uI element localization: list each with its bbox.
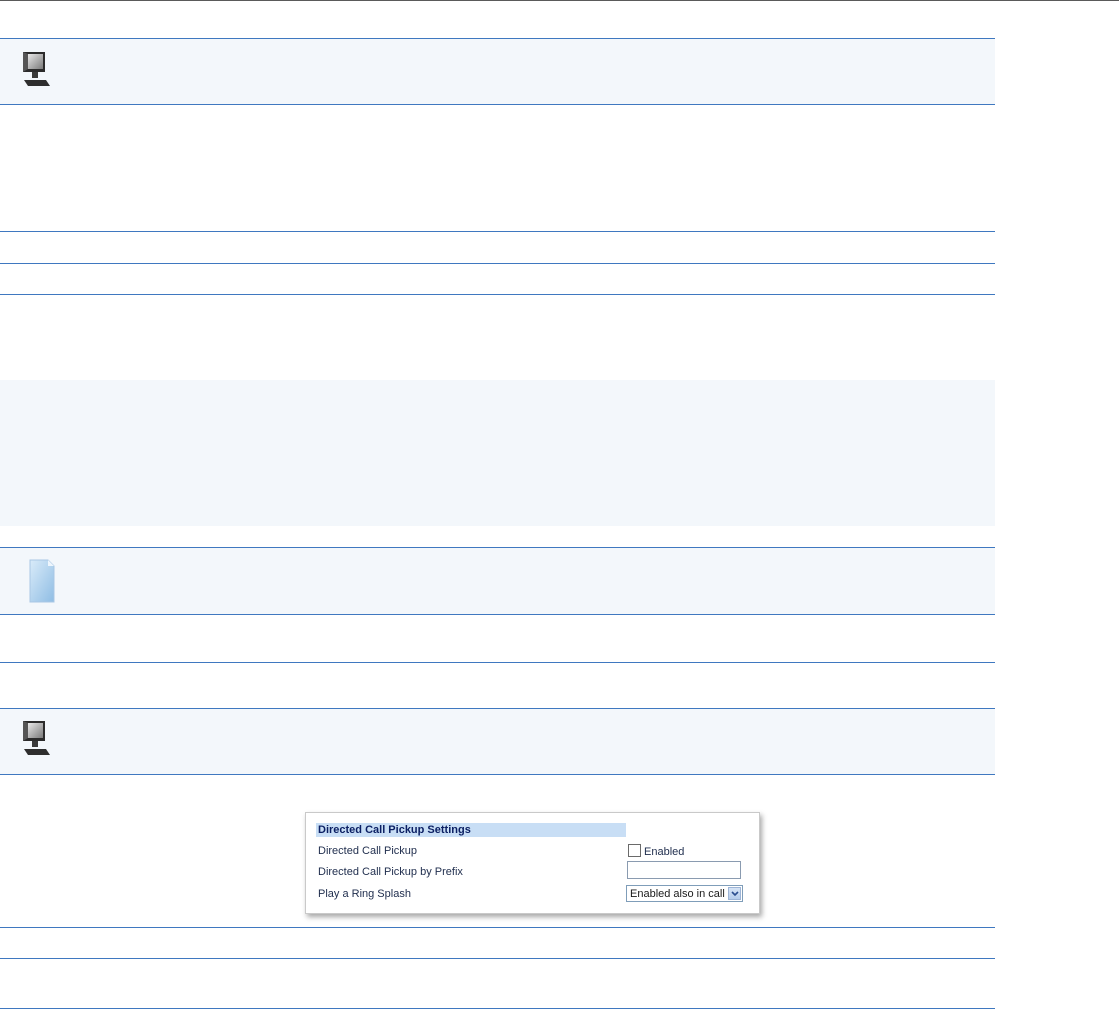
- page-top-rule: [0, 0, 1119, 1]
- rule: [0, 263, 995, 264]
- note-band-top: [0, 38, 995, 104]
- directed-call-pickup-settings-panel: Directed Call Pickup Settings Directed C…: [305, 812, 760, 914]
- rule: [0, 1008, 995, 1009]
- directed-call-pickup-label: Directed Call Pickup: [318, 845, 418, 857]
- computer-monitor-icon: [20, 50, 60, 96]
- rule: [0, 614, 995, 615]
- rule: [0, 547, 995, 548]
- rule: [0, 774, 995, 775]
- rule: [0, 294, 995, 295]
- rule: [0, 958, 995, 959]
- pickup-prefix-input[interactable]: [627, 861, 741, 879]
- ring-splash-label: Play a Ring Splash: [318, 888, 411, 900]
- document-page-icon: [20, 558, 60, 604]
- enabled-checkbox-label[interactable]: Enabled: [644, 845, 684, 859]
- computer-monitor-icon: [20, 719, 60, 765]
- note-band-middle: [0, 547, 995, 614]
- chevron-down-icon[interactable]: [728, 887, 741, 900]
- settings-section-header: Directed Call Pickup Settings: [316, 823, 626, 837]
- ring-splash-selected-value: Enabled also in call: [630, 888, 725, 900]
- ring-splash-select[interactable]: Enabled also in call: [626, 885, 743, 902]
- shaded-panel: [0, 380, 995, 526]
- rule: [0, 38, 995, 39]
- note-band-bottom: [0, 708, 995, 774]
- rule: [0, 708, 995, 709]
- rule: [0, 927, 995, 928]
- rule: [0, 662, 995, 663]
- rule: [0, 104, 995, 105]
- rule: [0, 231, 995, 232]
- pickup-by-prefix-label: Directed Call Pickup by Prefix: [318, 866, 463, 878]
- directed-call-pickup-checkbox[interactable]: [628, 844, 641, 857]
